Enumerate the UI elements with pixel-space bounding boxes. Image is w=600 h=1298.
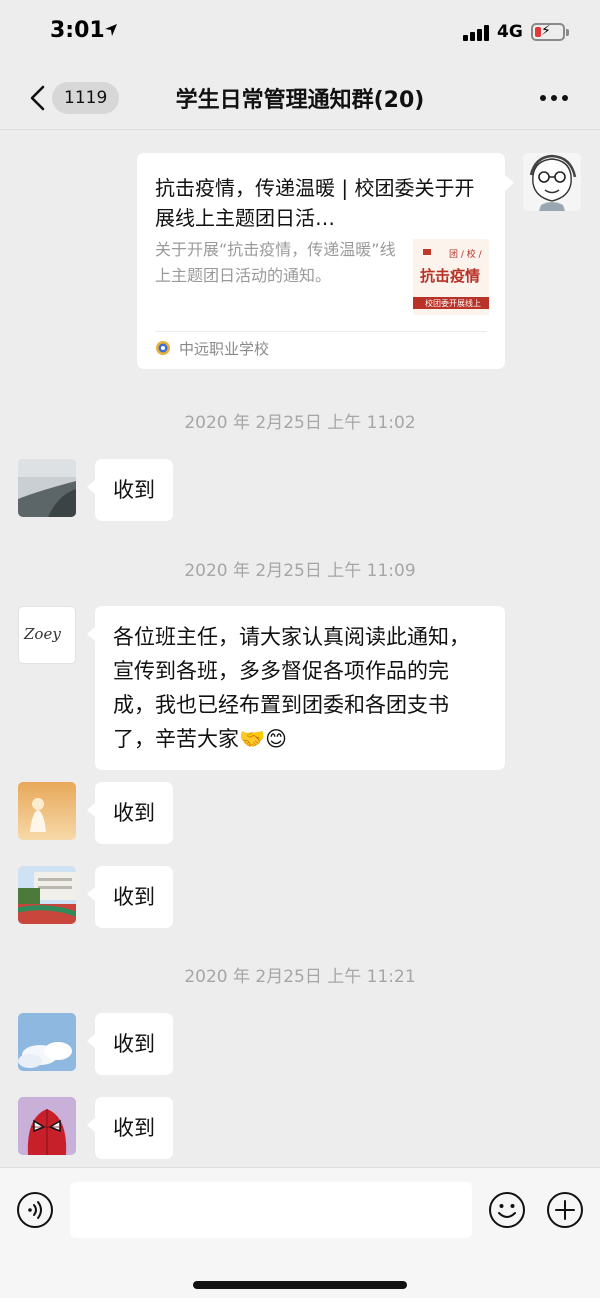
my-avatar[interactable] — [523, 153, 581, 211]
link-card-description: 关于开展“抗击疫情，传递温暖”线上主题团日活动的通知。 — [155, 240, 396, 285]
link-card-message[interactable]: 抗击疫情，传递温暖 | 校团委关于开展线上主题团日活… 关于开展“抗击疫情，传递… — [137, 153, 514, 369]
input-bar — [0, 1167, 600, 1298]
plus-icon[interactable] — [546, 1191, 584, 1229]
timestamp: 2020 年 2月25日 上午 11:09 — [184, 561, 416, 581]
status-time: 3:01 — [50, 18, 105, 43]
signal-strength-icon — [463, 25, 489, 41]
thumbnail-title: 抗击疫情 — [420, 267, 481, 285]
coast-avatar — [18, 459, 76, 517]
zoey-avatar-text: Zoey — [24, 625, 61, 643]
sender-avatar[interactable]: Zoey — [18, 606, 76, 664]
sender-avatar[interactable] — [18, 1097, 76, 1155]
message-bubble[interactable]: 收到 — [87, 782, 173, 844]
link-card-title: 抗击疫情，传递温暖 | 校团委关于开展线上主题团日活… — [155, 176, 475, 230]
school-campus-avatar — [18, 866, 76, 924]
link-card-source: 中远职业学校 — [179, 340, 270, 358]
charging-bolt-icon: ⚡ — [541, 23, 551, 39]
thumbnail-footer: 校团委开展线上 — [425, 299, 481, 308]
sender-avatar[interactable] — [18, 866, 76, 924]
message-list[interactable]: 抗击疫情，传递温暖 | 校团委关于开展线上主题团日活… 关于开展“抗击疫情，传递… — [0, 131, 600, 1167]
network-type: 4G — [497, 22, 523, 42]
sender-avatar[interactable] — [18, 782, 76, 840]
home-indicator[interactable] — [193, 1281, 407, 1289]
location-arrow-icon — [105, 24, 117, 36]
sender-avatar[interactable] — [18, 1013, 76, 1071]
sunset-girl-avatar — [18, 782, 76, 840]
sender-avatar[interactable] — [18, 459, 76, 517]
spiderman-avatar — [18, 1097, 76, 1155]
message-bubble[interactable]: 收到 — [87, 1097, 173, 1159]
cartoon-face-icon — [523, 153, 581, 211]
message-input[interactable] — [70, 1182, 472, 1238]
status-bar: 3:01 4G ⚡ — [0, 0, 600, 66]
timestamp: 2020 年 2月25日 上午 11:02 — [184, 413, 416, 433]
link-card-thumbnail: 团 / 校 / 抗击疫情 校团委开展线上 — [413, 239, 489, 315]
battery-cap — [566, 29, 569, 36]
timestamp: 2020 年 2月25日 上午 11:21 — [184, 967, 416, 987]
card-divider — [155, 331, 487, 332]
chat-header: 1119 学生日常管理通知群(20) — [0, 66, 600, 130]
clouds-avatar — [18, 1013, 76, 1071]
message-bubble[interactable]: 收到 — [87, 1013, 173, 1075]
message-bubble[interactable]: 各位班主任，请大家认真阅读此通知，宣传到各班，多多督促各项作品的完成，我也已经布… — [87, 606, 505, 770]
voice-input-icon[interactable] — [16, 1191, 54, 1229]
message-bubble[interactable]: 收到 — [87, 459, 173, 521]
thumbnail-header: 团 / 校 / — [449, 250, 482, 260]
emoji-icon[interactable] — [488, 1191, 526, 1229]
battery-icon: ⚡ — [531, 23, 565, 41]
more-options-button[interactable] — [534, 84, 574, 112]
official-account-icon — [156, 341, 170, 355]
group-title: 学生日常管理通知群(20) — [175, 88, 425, 113]
message-bubble[interactable]: 收到 — [87, 866, 173, 928]
